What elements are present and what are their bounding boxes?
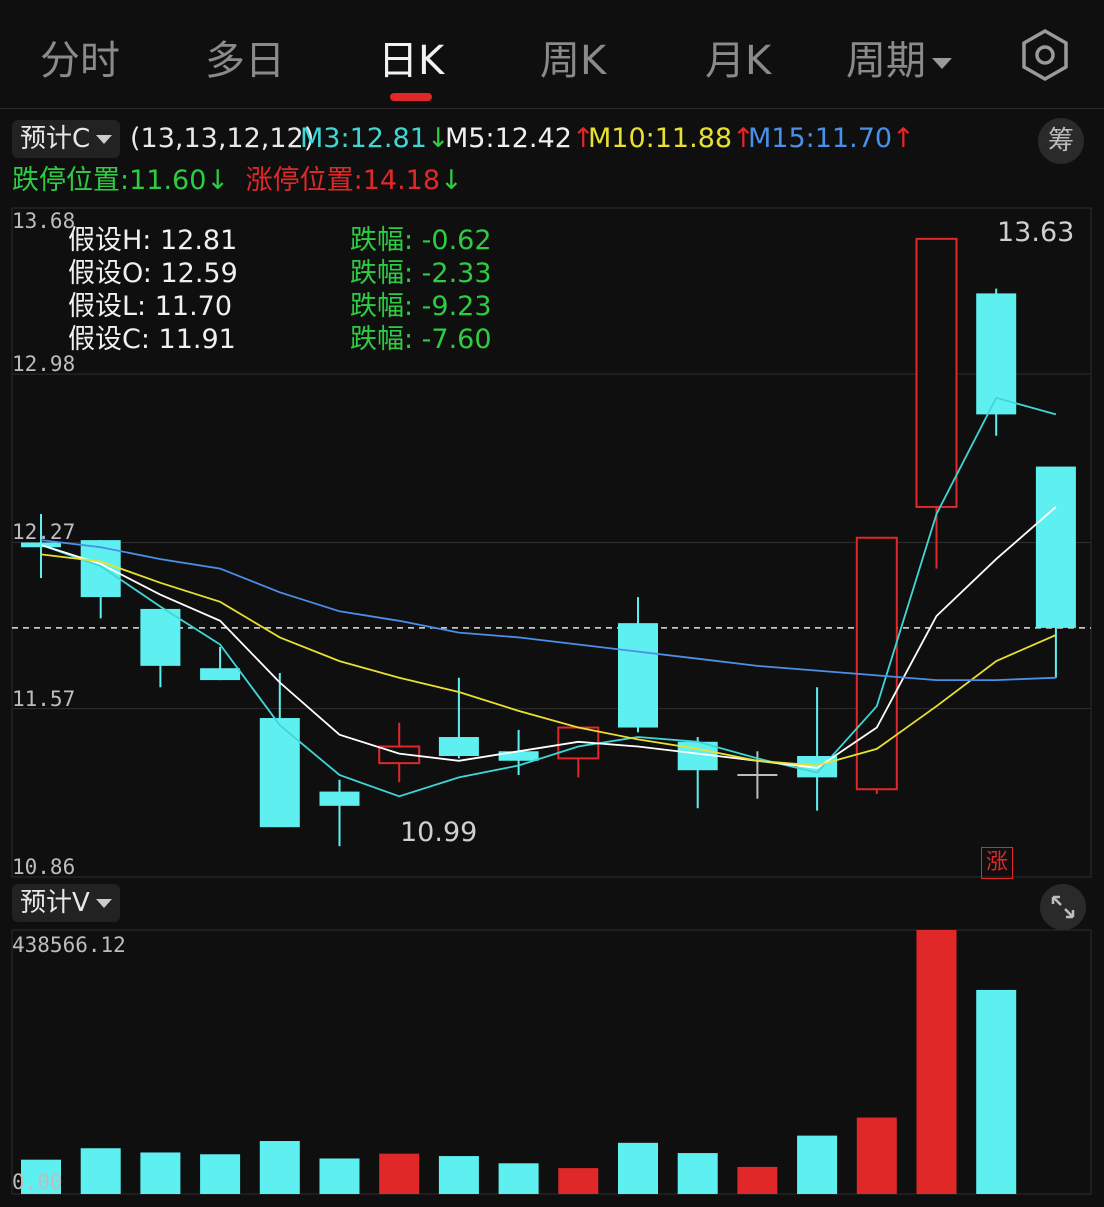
- change-l: 跌幅: -9.23: [350, 291, 492, 322]
- forecast-v-label: 预计V: [20, 888, 90, 918]
- expand-icon[interactable]: [1040, 884, 1086, 930]
- change-c: 跌幅: -7.60: [350, 324, 492, 355]
- volume-bar: [737, 1166, 778, 1194]
- volume-bar: [976, 989, 1017, 1194]
- high-price-annotation: 13.63: [997, 217, 1075, 248]
- volume-bar: [856, 1117, 897, 1194]
- m15-line: [40, 539, 1056, 681]
- candlestick-chart[interactable]: [0, 0, 1104, 1207]
- volume-bar: [498, 1163, 539, 1194]
- hypothesis-c: 假设C: 11.91: [68, 324, 236, 355]
- volume-bar: [200, 1154, 241, 1194]
- chevron-down-icon: [95, 899, 112, 908]
- candle-body: [200, 668, 241, 681]
- volume-bar: [438, 1156, 479, 1194]
- price-axis-bottom: 10.86: [12, 855, 76, 879]
- candle-body: [140, 608, 181, 666]
- price-axis-level-2: 12.98: [12, 352, 76, 376]
- volume-bar: [80, 1148, 121, 1194]
- volume-axis-zero: 0.00: [12, 1170, 63, 1194]
- volume-bar: [319, 1158, 360, 1194]
- volume-bar: [140, 1152, 181, 1194]
- price-axis-top: 13.68: [12, 209, 76, 233]
- candle-body: [259, 718, 300, 828]
- hypothesis-l: 假设L: 11.70: [68, 291, 233, 322]
- limit-up-marker: 涨: [981, 847, 1013, 879]
- m3-line: [40, 396, 1057, 798]
- candle-body: [1035, 466, 1076, 628]
- low-price-annotation: 10.99: [400, 817, 478, 848]
- forecast-v-dropdown[interactable]: 预计V: [12, 884, 120, 922]
- volume-bar: [379, 1153, 420, 1194]
- volume-bar: [916, 930, 957, 1194]
- candle-body: [915, 237, 958, 508]
- candle-body: [438, 737, 479, 757]
- candle-body: [80, 540, 121, 598]
- volume-axis-max: 438566.12: [12, 933, 126, 957]
- volume-bar: [558, 1168, 599, 1194]
- candle-body: [618, 623, 658, 728]
- candle-body: [319, 791, 360, 806]
- price-axis-level-3: 12.27: [12, 520, 76, 544]
- hypothesis-o: 假设O: 12.59: [68, 258, 238, 289]
- m10-line: [40, 553, 1057, 767]
- volume-bar: [618, 1142, 658, 1194]
- volume-bar: [259, 1141, 300, 1194]
- price-axis-level-4: 11.57: [12, 687, 76, 711]
- volume-bar: [677, 1153, 718, 1194]
- hypothesis-h: 假设H: 12.81: [68, 225, 238, 256]
- volume-header: 预计V: [0, 878, 1104, 928]
- change-o: 跌幅: -2.33: [350, 258, 492, 289]
- candle-body: [976, 293, 1017, 415]
- volume-bar: [797, 1135, 838, 1194]
- change-h: 跌幅: -0.62: [350, 225, 492, 256]
